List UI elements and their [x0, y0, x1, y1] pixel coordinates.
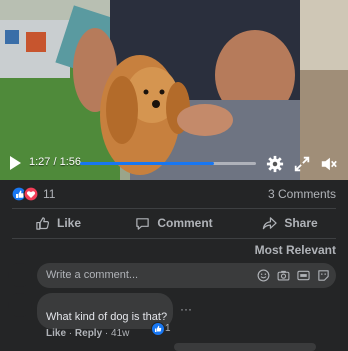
comment-button[interactable]: Comment: [116, 209, 232, 237]
comment-like-link[interactable]: Like: [46, 328, 66, 339]
share-button[interactable]: Share: [232, 209, 348, 237]
emoji-icon[interactable]: [257, 269, 270, 282]
post-actions: Like Comment Share: [0, 209, 348, 237]
reaction-count: 11: [43, 187, 56, 201]
like-label: Like: [56, 216, 81, 230]
share-arrow-icon: [263, 216, 277, 229]
video-progress-bar[interactable]: [80, 162, 256, 165]
comment-input-placeholder: Write a comment...: [46, 269, 139, 281]
video-controls: 1:27 / 1:56: [0, 152, 348, 176]
comment-age: 41w: [111, 328, 130, 339]
commenter-avatar[interactable]: [8, 293, 32, 317]
video-progress-fill: [80, 162, 214, 165]
heart-icon: [23, 186, 39, 202]
share-label: Share: [284, 216, 318, 230]
video-time: 1:27 / 1:56: [29, 156, 81, 168]
play-icon[interactable]: [10, 156, 21, 170]
composer-tools: [257, 269, 330, 282]
camera-icon[interactable]: [277, 269, 290, 282]
speaker-muted-icon[interactable]: [320, 155, 338, 173]
reaction-icons: [11, 186, 39, 202]
next-comment-bubble: [174, 343, 316, 351]
comment-sort-dropdown[interactable]: Most Relevant: [255, 243, 336, 257]
video-player[interactable]: 1:27 / 1:56: [0, 0, 348, 180]
sticker-icon[interactable]: [317, 269, 330, 282]
expand-icon[interactable]: [293, 155, 311, 173]
gif-icon[interactable]: [297, 269, 310, 282]
thumbs-up-icon: [36, 216, 50, 230]
like-button[interactable]: Like: [0, 209, 116, 237]
comment-reply-link[interactable]: Reply: [75, 328, 102, 339]
comment-input[interactable]: Write a comment...: [37, 263, 336, 288]
comment-like-count: 1: [165, 323, 171, 334]
comments-count[interactable]: 3 Comments: [268, 187, 336, 201]
gear-icon[interactable]: [266, 155, 284, 173]
user-avatar: [8, 263, 32, 287]
more-options-icon[interactable]: ···: [180, 303, 192, 315]
comment-text: What kind of dog is that?: [46, 311, 168, 323]
thumbs-up-icon: [151, 322, 165, 336]
reactions-summary[interactable]: 11 3 Comments: [0, 184, 348, 206]
comment-meta: Like · Reply · 41w: [46, 328, 129, 339]
speech-bubble-icon: [136, 217, 150, 230]
divider: [12, 238, 336, 239]
comment-label: Comment: [157, 216, 213, 230]
